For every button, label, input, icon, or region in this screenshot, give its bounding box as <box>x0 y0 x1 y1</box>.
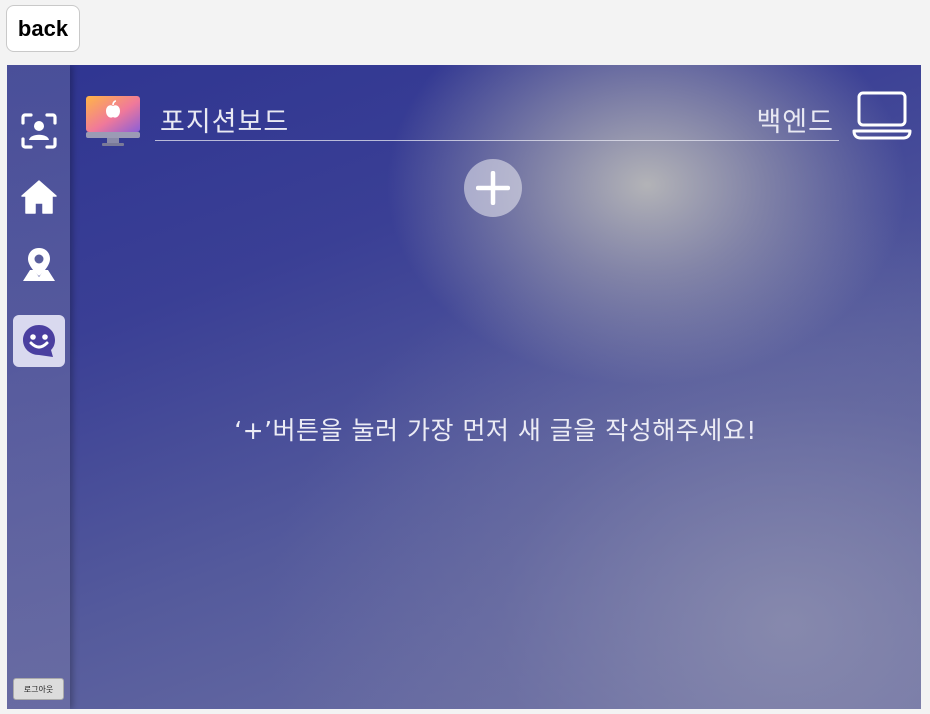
back-button[interactable]: back <box>6 5 80 52</box>
face-scan-icon <box>21 113 57 149</box>
add-post-button[interactable] <box>464 159 522 217</box>
plus-icon <box>476 171 510 205</box>
smile-chat-icon <box>23 325 55 357</box>
sidebar-item-chat[interactable] <box>13 315 65 367</box>
sidebar: 로그아웃 <box>7 65 70 709</box>
category-title: 백엔드 <box>756 107 834 138</box>
app-window: 로그아웃 포지션보드 백엔드 ‘+’버튼을 눌러 가장 먼저 새 글을 작성해주… <box>7 65 921 709</box>
home-icon <box>21 180 57 214</box>
logout-button[interactable]: 로그아웃 <box>13 678 64 700</box>
imac-icon <box>85 95 141 147</box>
sidebar-item-location[interactable] <box>13 239 65 291</box>
sidebar-item-face-scan[interactable] <box>13 105 65 157</box>
position-board-title: 포지션보드 <box>160 107 290 138</box>
empty-state-message: ‘+’버튼을 눌러 가장 먼저 새 글을 작성해주세요! <box>234 416 757 445</box>
header-divider <box>155 140 839 141</box>
map-pin-icon <box>23 248 55 281</box>
laptop-icon[interactable] <box>852 90 912 142</box>
sidebar-item-home[interactable] <box>13 171 65 223</box>
